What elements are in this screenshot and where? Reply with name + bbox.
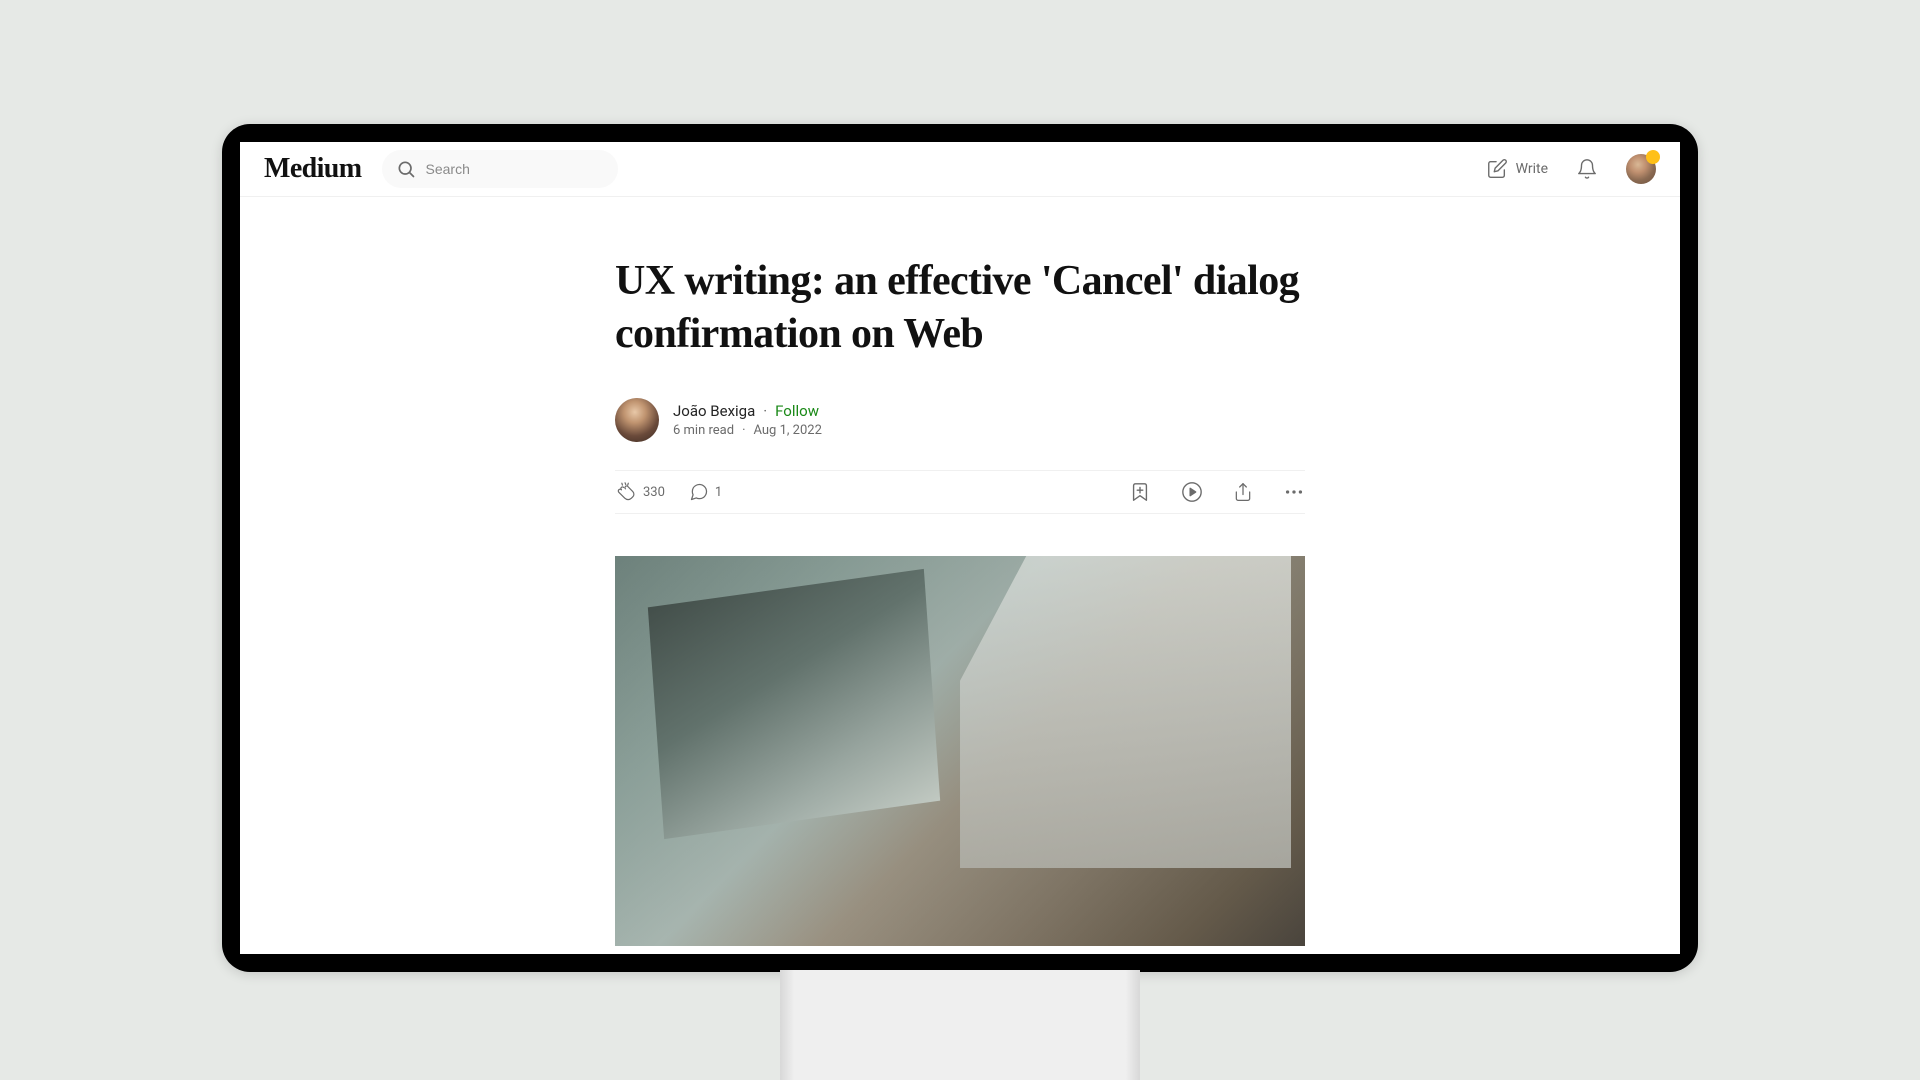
share-button[interactable] — [1233, 482, 1253, 502]
article-title: UX writing: an effective 'Cancel' dialog… — [615, 255, 1305, 360]
top-bar: Medium Write — [240, 142, 1680, 197]
claps-count: 330 — [643, 485, 665, 500]
responses-button[interactable]: 1 — [689, 482, 722, 502]
user-avatar[interactable] — [1626, 154, 1656, 184]
author-name[interactable]: João Bexiga — [673, 402, 755, 420]
search-icon — [396, 159, 416, 179]
author-avatar[interactable] — [615, 398, 659, 442]
publish-date: Aug 1, 2022 — [753, 423, 821, 438]
share-icon — [1233, 482, 1253, 502]
clap-icon — [615, 481, 637, 503]
search-input[interactable] — [426, 161, 604, 177]
write-label: Write — [1516, 161, 1548, 177]
read-time: 6 min read — [673, 423, 734, 438]
action-bar: 330 1 — [615, 470, 1305, 514]
notifications-button[interactable] — [1576, 158, 1598, 180]
article-hero-image — [615, 556, 1305, 946]
comment-icon — [689, 482, 709, 502]
article: UX writing: an effective 'Cancel' dialog… — [615, 197, 1305, 946]
logo[interactable]: Medium — [264, 153, 362, 185]
write-button[interactable]: Write — [1486, 158, 1548, 180]
responses-count: 1 — [715, 485, 722, 500]
separator-dot: · — [763, 402, 767, 420]
write-icon — [1486, 158, 1508, 180]
bell-icon — [1576, 158, 1598, 180]
bookmark-button[interactable] — [1129, 481, 1151, 503]
byline: João Bexiga · Follow 6 min read · Aug 1,… — [615, 398, 1305, 442]
bookmark-icon — [1129, 481, 1151, 503]
monitor-stand — [780, 970, 1140, 1080]
separator-dot: · — [742, 423, 745, 438]
play-circle-icon — [1181, 481, 1203, 503]
listen-button[interactable] — [1181, 481, 1203, 503]
search-field[interactable] — [382, 150, 618, 188]
member-badge-icon — [1646, 150, 1660, 164]
follow-button[interactable]: Follow — [775, 402, 819, 420]
more-horizontal-icon — [1283, 481, 1305, 503]
clap-button[interactable]: 330 — [615, 481, 665, 503]
more-button[interactable] — [1283, 481, 1305, 503]
